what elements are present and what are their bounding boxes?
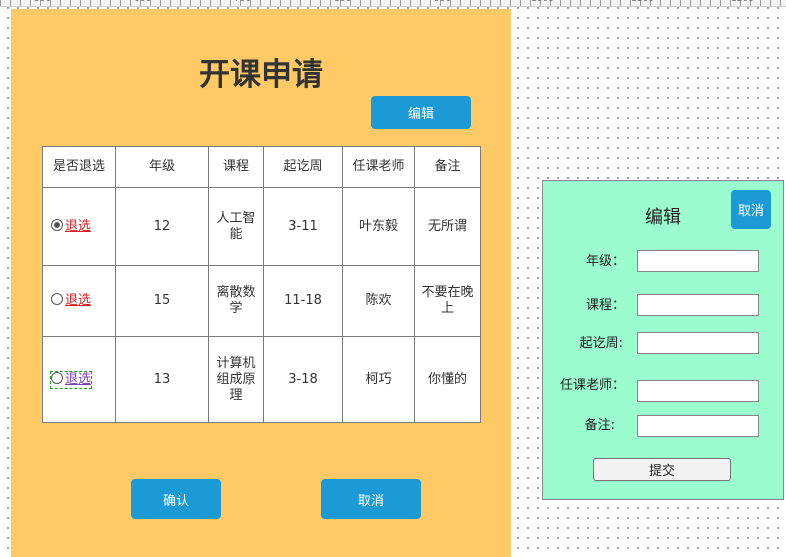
- edit-panel-cancel-button[interactable]: 取消: [731, 190, 771, 229]
- teacher-input[interactable]: [637, 380, 759, 402]
- course-input[interactable]: [637, 294, 759, 316]
- ruler-label: 900: [434, 0, 451, 4]
- ruler-label: 1000: [531, 0, 554, 4]
- grade-cell: 12: [115, 187, 209, 266]
- ruler-label: 700: [234, 0, 251, 4]
- course-label: 课程：: [585, 298, 625, 313]
- table-header-row: 是否退选 年级 课程 起讫周 任课老师 备注: [42, 146, 481, 188]
- teacher-cell: 叶东毅: [342, 187, 415, 266]
- focused-withdraw-option[interactable]: 退选: [49, 370, 93, 389]
- course-cell: 离散数学: [208, 265, 264, 337]
- header-teacher: 任课老师: [342, 146, 415, 188]
- note-cell: 不要在晚上: [414, 265, 481, 337]
- course-cell: 人工智能: [208, 187, 264, 266]
- top-ruler: 500 600 700 800 900 1000 1100 1200: [0, 0, 786, 7]
- ruler-label: 1100: [631, 0, 654, 4]
- edit-panel: 编辑 取消 年级： 课程： 起讫周: 任课老师： 备注: 提交: [542, 180, 784, 500]
- weeks-cell: 3-18: [263, 336, 343, 423]
- teacher-label: 任课老师：: [559, 378, 625, 393]
- header-course: 课程: [208, 146, 264, 188]
- cancel-button[interactable]: 取消: [321, 479, 421, 519]
- weeks-input[interactable]: [637, 332, 759, 354]
- grade-label: 年级：: [585, 254, 625, 269]
- grade-cell: 15: [115, 265, 209, 337]
- submit-button[interactable]: 提交: [593, 458, 731, 481]
- weeks-label: 起讫周:: [579, 336, 623, 351]
- withdraw-radio[interactable]: [51, 218, 63, 231]
- page-title: 开课申请: [199, 57, 323, 93]
- weeks-cell: 11-18: [263, 265, 343, 337]
- weeks-cell: 3-11: [263, 187, 343, 266]
- note-cell: 无所谓: [414, 187, 481, 266]
- note-cell: 你懂的: [414, 336, 481, 423]
- note-input[interactable]: [637, 415, 759, 437]
- edit-button[interactable]: 编辑: [371, 96, 471, 129]
- ruler-label: 800: [334, 0, 351, 4]
- withdraw-cell: 退选: [42, 336, 116, 423]
- withdraw-cell: 退选: [42, 187, 116, 266]
- course-cell: 计算机组成原理: [208, 336, 264, 423]
- note-label: 备注:: [584, 418, 615, 433]
- header-weeks: 起讫周: [263, 146, 343, 188]
- header-grade: 年级: [115, 146, 209, 188]
- withdraw-link[interactable]: 退选: [65, 293, 91, 308]
- grade-input[interactable]: [637, 250, 759, 272]
- withdraw-link[interactable]: 退选: [65, 219, 91, 234]
- ruler-label: 600: [134, 0, 151, 4]
- ruler-label: 500: [34, 0, 51, 4]
- withdraw-link[interactable]: 退选: [65, 372, 91, 387]
- withdraw-radio[interactable]: [51, 293, 63, 305]
- withdraw-radio[interactable]: [51, 371, 63, 384]
- grade-cell: 13: [115, 336, 209, 423]
- teacher-cell: 柯巧: [342, 336, 415, 423]
- course-table: 是否退选 年级 课程 起讫周 任课老师 备注 退选 12 人工智能 3-11 叶…: [42, 146, 481, 423]
- withdraw-cell: 退选: [42, 265, 116, 337]
- confirm-button[interactable]: 确认: [131, 479, 221, 519]
- header-withdraw: 是否退选: [42, 146, 116, 188]
- teacher-cell: 陈欢: [342, 265, 415, 337]
- course-application-panel: 开课申请 编辑 是否退选 年级 课程 起讫周 任课老师 备注 退选 12 人工智…: [11, 9, 511, 557]
- table-row: 退选 15 离散数学 11-18 陈欢 不要在晚上: [42, 265, 481, 337]
- header-note: 备注: [414, 146, 481, 188]
- table-row: 退选 13 计算机组成原理 3-18 柯巧 你懂的: [42, 336, 481, 423]
- table-row: 退选 12 人工智能 3-11 叶东毅 无所谓: [42, 187, 481, 266]
- ruler-label: 1200: [731, 0, 754, 4]
